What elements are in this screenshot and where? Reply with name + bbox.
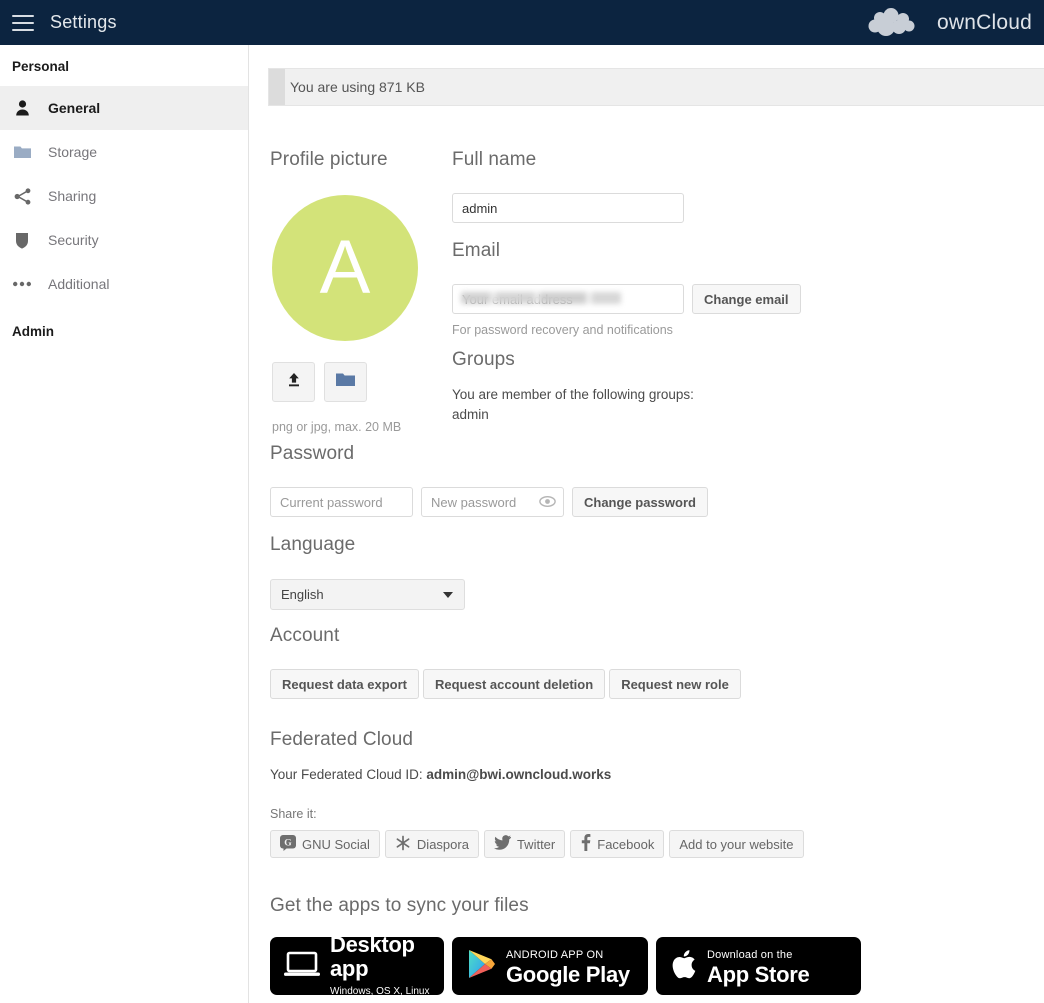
federated-id-label: Your Federated Cloud ID: [270, 767, 423, 782]
groups-list: admin [452, 407, 694, 422]
share-button-label: Facebook [597, 837, 654, 852]
profile-picture-section: Profile picture A png or jpg, max. 20 MB [270, 149, 455, 434]
svg-text:G: G [284, 838, 292, 848]
user-icon [12, 98, 32, 118]
sidebar-group-personal: Personal [0, 45, 248, 86]
language-heading: Language [270, 534, 465, 556]
app-header: Settings ownCloud [0, 0, 1044, 45]
app-store-line2: App Store [707, 962, 809, 987]
folder-icon [12, 142, 32, 162]
storage-quota-bar: You are using 871 KB [268, 68, 1044, 106]
fullname-heading: Full name [452, 149, 684, 171]
share-button-label: Add to your website [679, 837, 793, 852]
federated-cloud-section: Federated Cloud Your Federated Cloud ID:… [270, 729, 804, 858]
federated-id-value: admin@bwi.owncloud.works [426, 767, 611, 782]
googleplay-icon [466, 948, 496, 985]
add-to-website-button[interactable]: Add to your website [669, 830, 803, 858]
brand-logo[interactable]: ownCloud [866, 0, 1032, 45]
sidebar-item-label: General [48, 100, 100, 116]
avatar-letter: A [320, 230, 371, 306]
language-section: Language English [270, 534, 465, 610]
avatar-hint: png or jpg, max. 20 MB [272, 420, 455, 434]
app-store-line1: Download on the [707, 949, 793, 961]
share-it-label: Share it: [270, 807, 804, 821]
sidebar-item-storage[interactable]: Storage [0, 130, 248, 174]
chevron-down-icon [443, 592, 453, 598]
change-password-button[interactable]: Change password [572, 487, 708, 517]
upload-avatar-button[interactable] [272, 362, 315, 402]
sidebar-item-security[interactable]: Security [0, 218, 248, 262]
password-section: Password Change password [270, 443, 708, 517]
share-button-label: GNU Social [302, 837, 370, 852]
share-gnusocial-button[interactable]: G GNU Social [270, 830, 380, 858]
fullname-input[interactable] [452, 193, 684, 223]
share-icon [12, 186, 32, 206]
desktop-app-subtitle: Windows, OS X, Linux [330, 986, 429, 997]
language-select[interactable]: English [270, 579, 465, 610]
sidebar: Personal General Storage Sharing Securit… [0, 45, 249, 1003]
sidebar-item-label: Additional [48, 276, 110, 292]
sidebar-group-admin: Admin [0, 306, 248, 351]
fullname-section: Full name [452, 149, 684, 223]
groups-intro: You are member of the following groups: [452, 387, 694, 402]
facebook-icon [580, 834, 591, 854]
groups-heading: Groups [452, 349, 694, 371]
google-play-badge[interactable]: ANDROID APP ON Google Play [452, 937, 648, 995]
ellipsis-icon [12, 274, 32, 294]
sidebar-item-label: Security [48, 232, 99, 248]
app-title: Settings [50, 12, 117, 33]
brand-name: ownCloud [937, 11, 1032, 35]
share-facebook-button[interactable]: Facebook [570, 830, 664, 858]
email-hint: For password recovery and notifications [452, 323, 801, 337]
sidebar-item-sharing[interactable]: Sharing [0, 174, 248, 218]
email-heading: Email [452, 240, 801, 262]
share-buttons-row: G GNU Social Diaspora Twitter [270, 830, 804, 858]
language-selected-value: English [281, 587, 324, 602]
request-data-export-button[interactable]: Request data export [270, 669, 419, 699]
share-twitter-button[interactable]: Twitter [484, 830, 565, 858]
profile-picture-heading: Profile picture [270, 149, 455, 171]
get-apps-section: Get the apps to sync your files Desktop … [270, 895, 861, 995]
password-heading: Password [270, 443, 708, 465]
eye-icon[interactable] [539, 494, 556, 514]
apple-icon [670, 948, 697, 985]
federated-cloud-heading: Federated Cloud [270, 729, 804, 751]
hamburger-icon[interactable] [12, 15, 34, 31]
share-button-label: Twitter [517, 837, 555, 852]
avatar[interactable]: A [272, 195, 418, 341]
google-play-line1: ANDROID APP ON [506, 949, 603, 961]
sidebar-item-label: Storage [48, 144, 97, 160]
request-new-role-button[interactable]: Request new role [609, 669, 741, 699]
get-apps-heading: Get the apps to sync your files [270, 895, 861, 917]
quota-label: You are using 871 KB [269, 79, 425, 95]
diaspora-icon [395, 835, 411, 854]
app-badges-row: Desktop app Windows, OS X, Linux [270, 937, 861, 995]
email-section: Email Change email For password recovery… [452, 240, 801, 337]
google-play-line2: Google Play [506, 962, 630, 987]
desktop-app-badge[interactable]: Desktop app Windows, OS X, Linux [270, 937, 444, 995]
current-password-input[interactable] [270, 487, 413, 517]
app-store-badge[interactable]: Download on the App Store [656, 937, 861, 995]
request-account-deletion-button[interactable]: Request account deletion [423, 669, 605, 699]
sidebar-item-label: Sharing [48, 188, 96, 204]
folder-icon [336, 372, 355, 392]
account-section: Account Request data export Request acco… [270, 625, 741, 699]
laptop-icon [284, 950, 320, 983]
account-heading: Account [270, 625, 741, 647]
share-diaspora-button[interactable]: Diaspora [385, 830, 479, 858]
sidebar-item-general[interactable]: General [0, 86, 248, 130]
groups-section: Groups You are member of the following g… [452, 349, 694, 422]
upload-icon [286, 372, 302, 393]
desktop-app-title: Desktop app [330, 932, 415, 981]
share-button-label: Diaspora [417, 837, 469, 852]
select-from-files-button[interactable] [324, 362, 367, 402]
shield-icon [12, 230, 32, 250]
gnusocial-icon: G [280, 835, 296, 854]
main-content: You are using 871 KB Profile picture A p… [249, 45, 1044, 1003]
twitter-icon [494, 835, 511, 853]
owncloud-cloud-logo [866, 8, 928, 38]
change-email-button[interactable]: Change email [692, 284, 801, 314]
email-redaction-overlay [461, 292, 621, 304]
sidebar-item-additional[interactable]: Additional [0, 262, 248, 306]
